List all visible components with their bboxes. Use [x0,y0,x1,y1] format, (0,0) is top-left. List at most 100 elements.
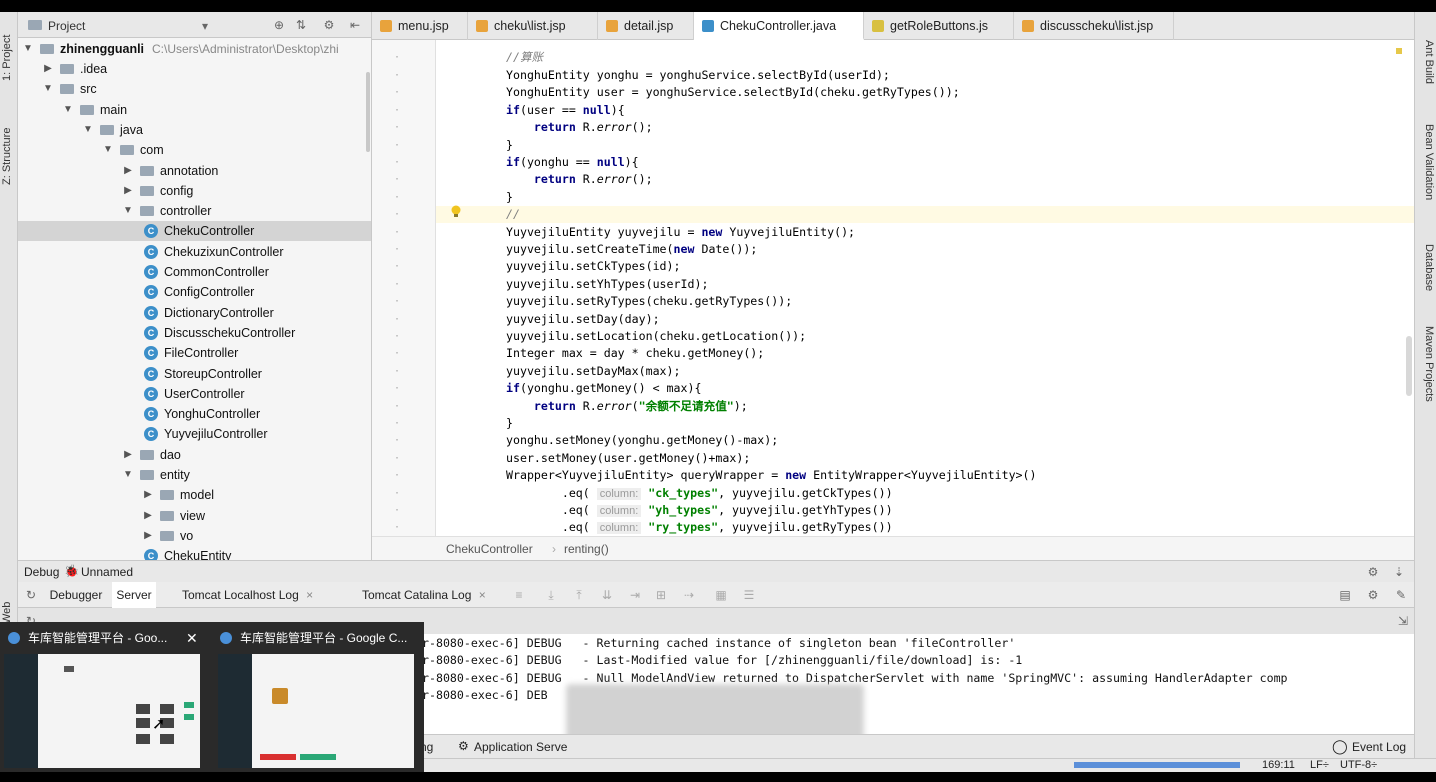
tree-item-folder[interactable]: ▶ .idea [18,59,371,79]
chevron-right-icon[interactable]: ▶ [122,445,134,465]
tree-item-class[interactable]: C DiscusschekuController [18,323,371,343]
tree-item-folder[interactable]: ▼ entity [18,465,371,485]
chevron-right-icon[interactable]: ▶ [42,59,54,79]
gear-icon[interactable]: ⚙ [1366,565,1380,579]
chevron-down-icon[interactable]: ▼ [62,100,74,120]
ant-build-tab[interactable]: Ant Build [1417,40,1435,110]
step-over-icon[interactable]: ≡ [512,588,526,602]
editor-tab[interactable]: ChekuController.java [694,12,864,40]
project-panel-title[interactable]: Project [48,19,85,33]
tree-item-class[interactable]: C YonghuController [18,404,371,424]
class-icon: C [144,366,158,381]
run-to-cursor-icon[interactable]: ⇥ [628,588,642,602]
edit-icon[interactable]: ✎ [1394,588,1408,602]
tree-scrollbar[interactable] [366,72,370,152]
tree-item-folder[interactable]: ▶ config [18,181,371,201]
chevron-down-icon[interactable]: ▾ [198,19,212,33]
sync-icon[interactable]: ⊕ [272,18,286,32]
breadcrumb-method[interactable]: renting() [564,542,609,556]
preview-thumbnail-1[interactable]: ➚ [4,654,200,768]
caret-position[interactable]: 169:11 [1262,759,1295,771]
folder-icon [140,165,154,176]
chevron-right-icon[interactable]: ▶ [142,526,154,546]
close-icon[interactable]: × [306,588,313,602]
tree-item-folder[interactable]: ▼ controller [18,201,371,221]
preview-thumbnail-2[interactable] [218,654,414,768]
tab-server[interactable]: Server [112,582,156,608]
tree-item-class[interactable]: C DictionaryController [18,303,371,323]
collapse-icon[interactable]: ⇅ [294,18,308,32]
event-log-tab[interactable]: Event Log [1352,740,1406,754]
line-separator[interactable]: LF÷ [1310,759,1329,771]
tree-item-folder[interactable]: ▼ main [18,100,371,120]
code-editor[interactable]: · · · · · · · · · · · · · · · · · · · · · · · · · · · · //算账 YonghuE… [372,40,1414,536]
chevron-right-icon[interactable]: ▶ [142,485,154,505]
tree-item-class[interactable]: C StoreupController [18,364,371,384]
breadcrumb-class[interactable]: ChekuController [446,542,533,556]
tab-debugger[interactable]: Debugger [46,582,106,608]
chevron-down-icon[interactable]: ▼ [82,120,94,140]
line-number: · [393,52,400,63]
editor-tab[interactable]: getRoleButtons.js [864,12,1014,40]
gear-icon[interactable]: ⚙ [322,18,336,32]
pin-icon[interactable]: ⇲ [1396,614,1410,628]
tab-tomcat-localhost-log[interactable]: Tomcat Localhost Log × [164,582,338,608]
line-number: · [393,296,400,308]
rerun-icon[interactable]: ↻ [24,588,38,602]
tree-item-class[interactable]: C ChekuzixunController [18,242,371,262]
chevron-right-icon[interactable]: ▶ [122,181,134,201]
editor-tab[interactable]: cheku\list.jsp [468,12,598,40]
tree-item-folder[interactable]: ▼ src [18,79,371,99]
editor-scrollbar[interactable] [1406,336,1412,396]
restore-layout-icon[interactable]: ▤ [1338,588,1352,602]
tree-item-class[interactable]: C YuyvejiluController [18,424,371,444]
tree-item-folder[interactable]: ▶ model [18,485,371,505]
editor-tab[interactable]: detail.jsp [598,12,694,40]
trace-icon[interactable]: ⇢ [682,588,696,602]
tab-tomcat-catalina-log[interactable]: Tomcat Catalina Log × [344,582,518,608]
chevron-down-icon[interactable]: ▼ [42,79,54,99]
list-icon[interactable]: ☰ [742,588,756,602]
step-out-icon[interactable]: ⤒ [572,588,586,602]
tree-item-class[interactable]: C ChekuController [18,221,371,242]
table-icon[interactable]: ▦ [714,588,728,602]
maven-projects-tab[interactable]: Maven Projects [1417,326,1435,426]
close-icon[interactable]: × [479,588,486,602]
settings-icon[interactable]: ⚙ [1366,588,1380,602]
application-servers-tab[interactable]: Application Serve [474,740,567,754]
tree-root[interactable]: ▼ zhinengguanli C:\Users\Administrator\D… [18,39,371,59]
project-tool-tab[interactable]: 1: Project [1,26,17,90]
chevron-down-icon[interactable]: ▼ [22,39,34,59]
bean-validation-tab[interactable]: Bean Validation [1417,124,1435,224]
file-encoding[interactable]: UTF-8÷ [1340,759,1377,771]
structure-tool-tab[interactable]: Z: Structure [1,116,17,196]
evaluate-icon[interactable]: ⊞ [654,588,668,602]
tree-item-folder[interactable]: ▶ view [18,506,371,526]
minimize-icon[interactable]: ⇣ [1392,565,1406,579]
tree-item-folder[interactable]: ▶ annotation [18,161,371,181]
lightbulb-icon[interactable] [450,205,462,219]
editor-tab[interactable]: menu.jsp [372,12,468,40]
force-step-icon[interactable]: ⇊ [600,588,614,602]
warning-marker[interactable] [1396,48,1402,54]
tree-item-class[interactable]: C CommonController [18,262,371,282]
step-into-icon[interactable]: ⤓ [544,588,558,602]
chevron-down-icon[interactable]: ▼ [122,201,134,221]
close-icon[interactable]: ✕ [186,630,198,647]
editor-tab[interactable]: discusscheku\list.jsp [1014,12,1174,40]
database-tab[interactable]: Database [1417,244,1435,310]
tree-item-folder[interactable]: ▼ com [18,140,371,160]
chevron-right-icon[interactable]: ▶ [142,506,154,526]
chevron-down-icon[interactable]: ▼ [102,140,114,160]
chevron-right-icon[interactable]: ▶ [122,161,134,181]
tree-item-class[interactable]: C ConfigController [18,282,371,302]
tree-item-class[interactable]: C UserController [18,384,371,404]
tree-item-folder[interactable]: ▼ java [18,120,371,140]
chevron-down-icon[interactable]: ▼ [122,465,134,485]
line-number: · [393,487,400,499]
tree-item-class[interactable]: C ChekuEntity [18,546,371,560]
hide-icon[interactable]: ⇤ [348,18,362,32]
tree-item-folder[interactable]: ▶ vo [18,526,371,546]
tree-item-folder[interactable]: ▶ dao [18,445,371,465]
tree-item-class[interactable]: C FileController [18,343,371,363]
